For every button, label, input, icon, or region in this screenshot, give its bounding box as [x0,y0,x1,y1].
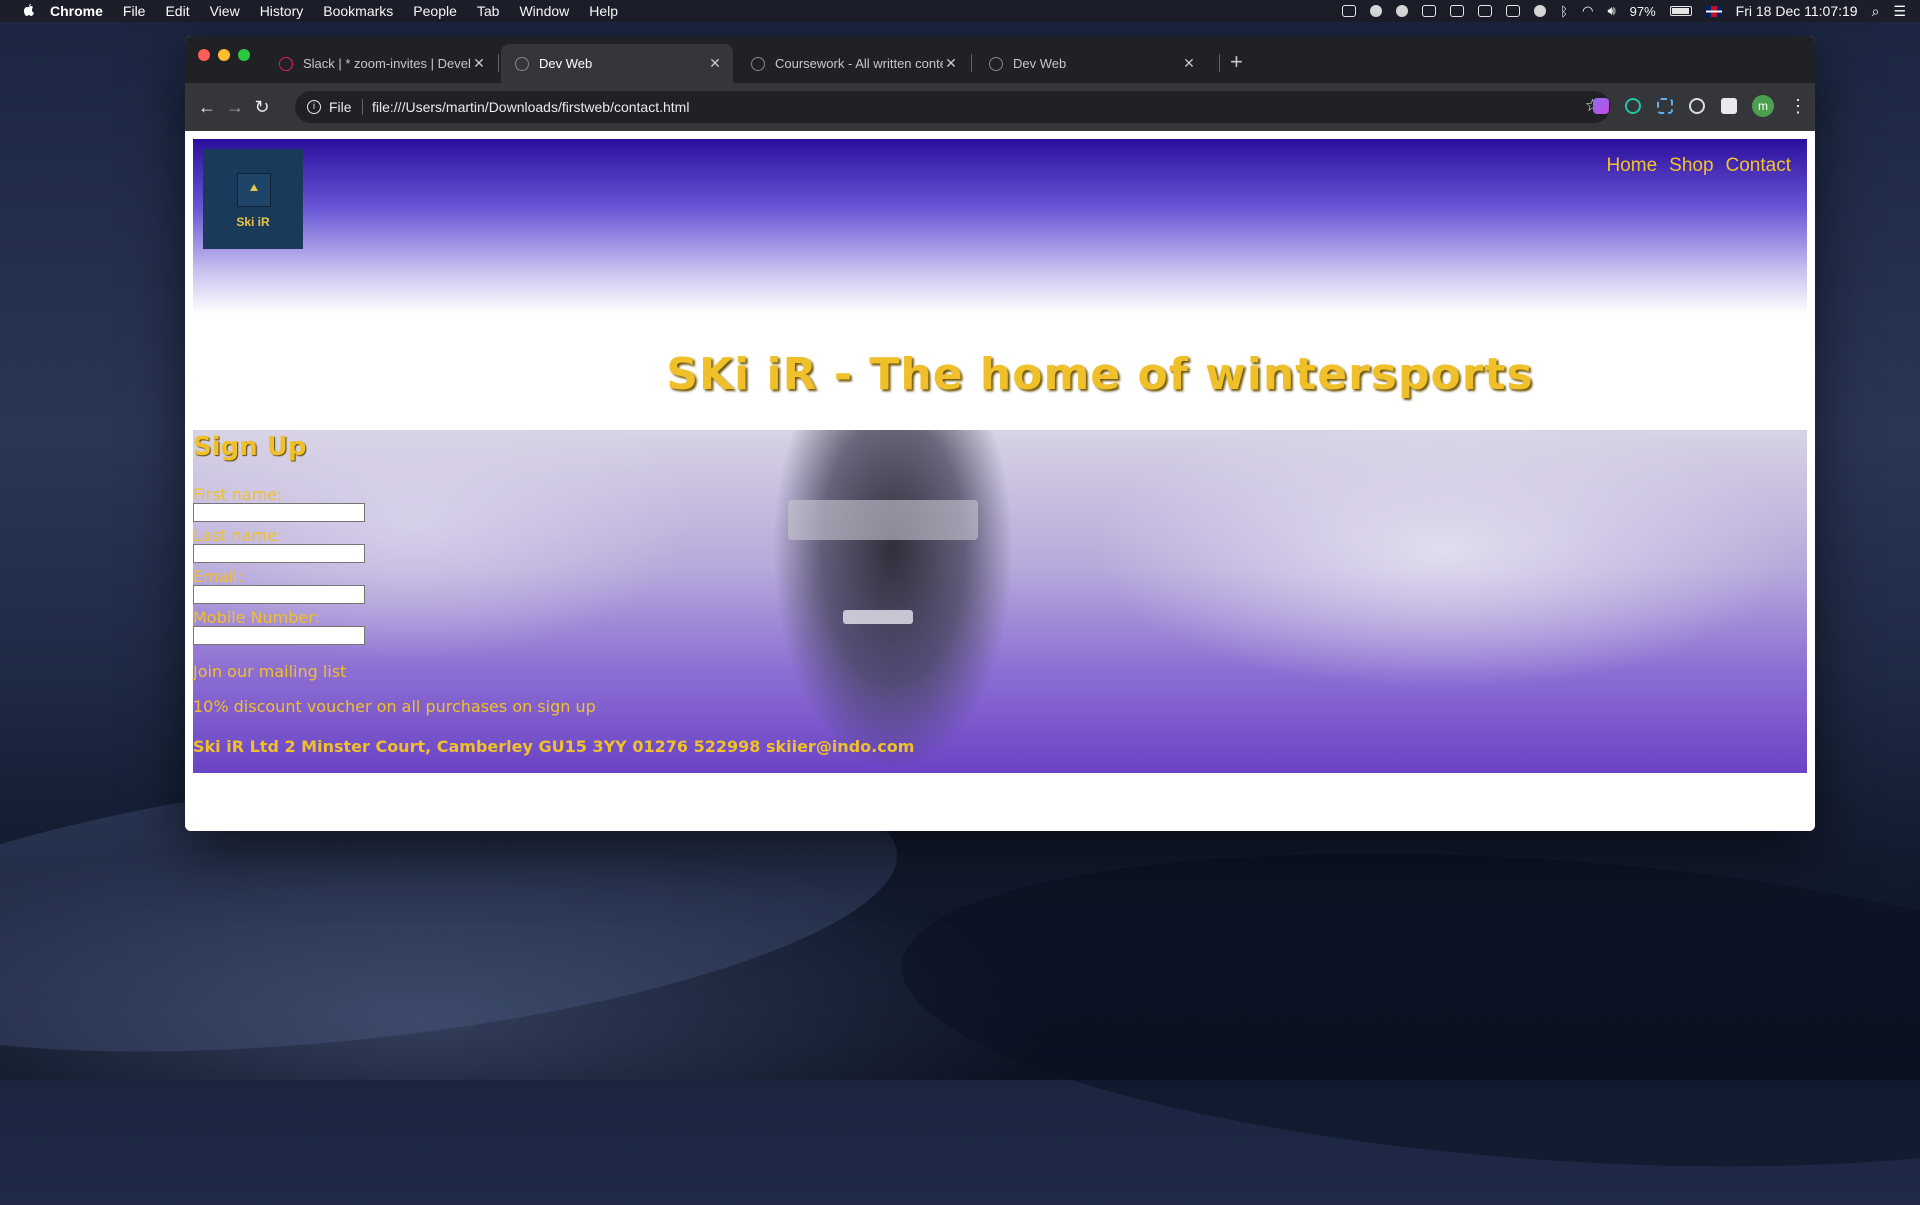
menubar-edit[interactable]: Edit [165,3,189,19]
volume-icon[interactable]: 🔊︎ [1607,3,1615,19]
site-info-icon[interactable]: i [307,100,321,114]
minimize-window-icon[interactable] [218,49,230,61]
spotlight-search-icon[interactable]: ⌕ [1872,3,1880,20]
tab-close-icon[interactable]: ✕ [471,55,487,72]
tab-separator [971,54,972,72]
url-scheme-label: File [329,99,352,115]
menubar-app-name[interactable]: Chrome [50,3,103,19]
first-name-input[interactable] [193,503,365,522]
mail-icon[interactable] [1478,5,1493,17]
globe-favicon-icon [751,56,765,71]
last-name-label: Last name: [193,526,283,545]
extension-grid-icon[interactable] [1657,98,1673,114]
battery-percent: 97% [1629,3,1656,19]
site-logo[interactable]: Ski iR [203,149,303,249]
mac-menubar: Chrome File Edit View History Bookmarks … [0,0,1920,22]
zoom-window-icon[interactable] [238,49,250,61]
menubar-view[interactable]: View [210,3,240,19]
tab-separator [498,54,499,72]
back-button[interactable]: ← [197,97,217,117]
menubar-tab[interactable]: Tab [477,3,500,19]
notification-center-icon[interactable]: ☰ [1893,3,1906,20]
extensions-puzzle-icon[interactable] [1721,98,1737,114]
tab-coursework[interactable]: Coursework - All written conte ✕ [737,44,969,83]
footer-contact-details: Ski iR Ltd 2 Minster Court, Camberley GU… [193,737,915,756]
menubar-history[interactable]: History [260,3,304,19]
url-text[interactable]: file:///Users/martin/Downloads/firstweb/… [372,99,689,115]
chrome-menu-icon[interactable]: ⋮ [1789,95,1807,117]
dropbox-icon[interactable] [1370,5,1383,17]
tab-dev-web-active[interactable]: Dev Web ✕ [501,44,733,83]
omnibox-divider [362,99,363,115]
clipboard-icon[interactable] [1450,5,1465,17]
menubar-bookmarks[interactable]: Bookmarks [323,3,393,19]
extension-grammarly-icon[interactable] [1625,98,1641,114]
menubar-people[interactable]: People [413,3,457,19]
ski-boot-buckle [788,500,978,540]
menubar-help[interactable]: Help [589,3,618,19]
nav-shop-link[interactable]: Shop [1669,155,1713,177]
battery-icon[interactable] [1669,6,1692,16]
slack-favicon-icon [279,56,293,71]
menubar-window[interactable]: Window [519,3,569,19]
tab-close-icon[interactable]: ✕ [1181,55,1197,72]
first-name-label: First name: [193,485,283,504]
email-input[interactable] [193,585,365,604]
globe-favicon-icon [989,56,1003,71]
desktop-dune-shadow [891,815,1920,1205]
discount-text: 10% discount voucher on all purchases on… [193,697,596,716]
close-window-icon[interactable] [198,49,210,61]
tab-title: Dev Web [1013,56,1067,71]
menubar-clock[interactable]: Fri 18 Dec 11:07:19 [1736,3,1858,19]
last-name-input[interactable] [193,544,365,563]
zoom-icon[interactable] [1342,5,1357,17]
extension-feather-icon[interactable] [1593,98,1609,114]
battery-tool-icon[interactable] [1506,5,1521,17]
mobile-number-input[interactable] [193,626,365,645]
signup-heading: Sign Up [193,432,307,462]
ski-boot-logo [843,610,913,624]
bluetooth-icon[interactable]: ᛒ [1560,4,1568,19]
logo-mountain-icon [237,173,271,207]
address-bar[interactable]: i File file:///Users/martin/Downloads/fi… [295,91,1610,123]
tab-dev-web[interactable]: Dev Web ✕ [975,44,1207,83]
reload-button[interactable]: ↻ [252,97,272,117]
email-label: Email: [193,567,243,586]
extension-react-icon[interactable] [1689,98,1705,114]
mailing-list-text: Join our mailing list [193,662,347,681]
time-machine-icon[interactable] [1534,5,1547,17]
tab-separator [1219,54,1220,72]
creative-cloud-icon[interactable] [1396,5,1409,17]
browser-toolbar: ← → ↻ i File file:///Users/martin/Downlo… [185,83,1815,131]
window-controls [198,49,250,61]
menubar-status-area: ᛒ ◠ 🔊︎ 97% Fri 18 Dec 11:07:19 ⌕ ☰ [1342,0,1906,22]
globe-favicon-icon [515,56,529,71]
logo-text: Ski iR [236,215,270,229]
docker-icon[interactable] [1422,5,1437,17]
apple-icon[interactable] [20,3,36,19]
tab-title: Slack | * zoom-invites | Develo [303,56,471,71]
wifi-icon[interactable]: ◠ [1582,3,1593,19]
nav-contact-link[interactable]: Contact [1726,155,1791,177]
menubar-file[interactable]: File [123,3,146,19]
browser-window: Slack | * zoom-invites | Develo ✕ Dev We… [185,36,1815,831]
profile-avatar[interactable]: m [1752,95,1774,117]
tab-title: Dev Web [539,56,593,71]
input-source-flag-icon[interactable] [1705,5,1722,17]
page-viewport: Ski iR Home Shop Contact SKi iR - The ho… [185,131,1815,831]
tab-slack[interactable]: Slack | * zoom-invites | Develo ✕ [265,44,497,83]
mobile-number-label: Mobile Number: [193,608,320,627]
top-nav: Home Shop Contact [1606,155,1791,177]
tab-strip: Slack | * zoom-invites | Develo ✕ Dev We… [185,36,1815,83]
tab-close-icon[interactable]: ✕ [943,55,959,72]
forward-button[interactable]: → [225,97,245,117]
tab-title: Coursework - All written conte [775,56,943,71]
new-tab-button[interactable]: + [1230,51,1243,73]
site-header: Ski iR Home Shop Contact [193,139,1807,314]
tab-close-icon[interactable]: ✕ [707,55,723,72]
page-headline: SKi iR - The home of wintersports [666,349,1534,400]
nav-home-link[interactable]: Home [1606,155,1657,177]
hero-ski-background [193,430,1807,773]
